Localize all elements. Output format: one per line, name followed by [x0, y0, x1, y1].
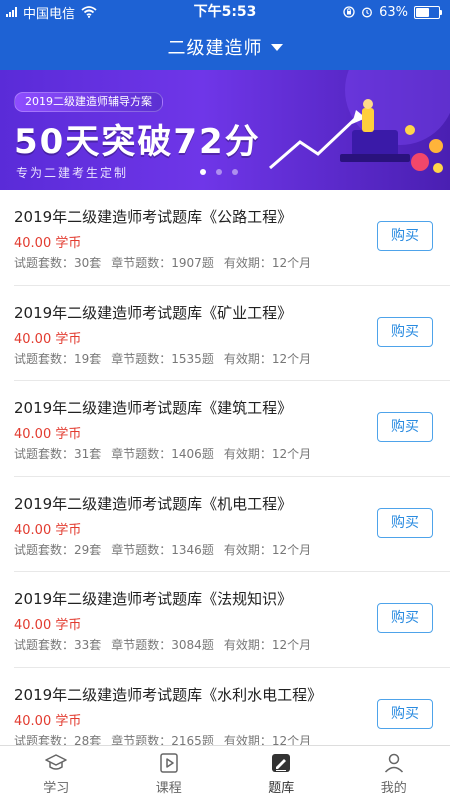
course-chapters: 章节题数：2165题	[111, 734, 214, 746]
course-item[interactable]: 2019年二级建造师考试题库《机电工程》 40.00 学币试题套数：29套章节题数…	[14, 477, 450, 573]
alarm-icon	[361, 6, 373, 18]
course-sets: 试题套数：33套	[14, 638, 101, 652]
tab-study[interactable]: 学习	[0, 746, 113, 801]
course-meta: 试题套数：31套章节题数：1406题有效期：12个月	[14, 445, 321, 462]
tab-label: 课程	[156, 777, 182, 796]
course-sets: 试题套数：19套	[14, 352, 101, 366]
course-item[interactable]: 2019年二级建造师考试题库《建筑工程》 40.00 学币试题套数：31套章节题数…	[14, 381, 450, 477]
battery-percent: 63%	[379, 5, 408, 20]
course-item[interactable]: 2019年二级建造师考试题库《矿业工程》 40.00 学币试题套数：19套章节题数…	[14, 286, 450, 382]
tab-course[interactable]: 课程	[113, 746, 226, 801]
play-video-icon	[157, 751, 181, 775]
course-item[interactable]: 2019年二级建造师考试题库《公路工程》 40.00 学币试题套数：30套章节题数…	[14, 190, 450, 286]
course-price: 40.00 学币	[14, 519, 81, 538]
course-title[interactable]: 2019年二级建造师考试题库《水利水电工程》	[14, 684, 322, 705]
banner-subtitle: 专为二建考生定制	[16, 164, 128, 181]
course-price: 40.00 学币	[14, 328, 81, 347]
carousel-dot[interactable]	[216, 169, 222, 175]
course-title[interactable]: 2019年二级建造师考试题库《建筑工程》	[14, 397, 292, 418]
course-validity: 有效期：12个月	[224, 256, 311, 270]
course-chapters: 章节题数：1346题	[111, 543, 214, 557]
course-sets: 试题套数：30套	[14, 256, 101, 270]
course-chapters: 章节题数：1406题	[111, 447, 214, 461]
course-validity: 有效期：12个月	[224, 447, 311, 461]
course-chapters: 章节题数：3084题	[111, 638, 214, 652]
graduation-cap-icon	[44, 751, 68, 775]
carousel-dot[interactable]	[232, 169, 238, 175]
course-validity: 有效期：12个月	[224, 638, 311, 652]
tab-label: 学习	[43, 777, 69, 796]
battery-icon	[414, 6, 440, 19]
course-item[interactable]: 2019年二级建造师考试题库《水利水电工程》 40.00 学币试题套数：28套章节…	[14, 668, 450, 746]
course-sets: 试题套数：28套	[14, 734, 101, 746]
carousel-indicator[interactable]	[200, 169, 238, 175]
course-chapters: 章节题数：1907题	[111, 256, 214, 270]
tab-question-bank[interactable]: 题库	[225, 746, 338, 801]
status-bar: 中国电信 下午5:53 63%	[0, 0, 450, 24]
course-meta: 试题套数：29套章节题数：1346题有效期：12个月	[14, 541, 321, 558]
buy-button[interactable]: 购买	[377, 699, 433, 729]
carousel-dot[interactable]	[200, 169, 206, 175]
course-price: 40.00 学币	[14, 423, 81, 442]
course-validity: 有效期：12个月	[224, 734, 311, 746]
buy-button[interactable]: 购买	[377, 508, 433, 538]
buy-button[interactable]: 购买	[377, 603, 433, 633]
course-title[interactable]: 2019年二级建造师考试题库《机电工程》	[14, 493, 292, 514]
caret-down-icon[interactable]	[271, 44, 283, 51]
tab-label: 题库	[268, 777, 294, 796]
course-title[interactable]: 2019年二级建造师考试题库《法规知识》	[14, 588, 292, 609]
course-sets: 试题套数：29套	[14, 543, 101, 557]
tab-label: 我的	[381, 777, 407, 796]
banner-headline: 50天突破72分	[14, 114, 261, 163]
course-meta: 试题套数：30套章节题数：1907题有效期：12个月	[14, 254, 321, 271]
course-meta: 试题套数：28套章节题数：2165题有效期：12个月	[14, 732, 321, 746]
course-title[interactable]: 2019年二级建造师考试题库《公路工程》	[14, 206, 292, 227]
course-item[interactable]: 2019年二级建造师考试题库《法规知识》 40.00 学币试题套数：33套章节题数…	[14, 572, 450, 668]
buy-button[interactable]: 购买	[377, 412, 433, 442]
course-list: 2019年二级建造师考试题库《公路工程》40.00 学币试题套数：30套章节题数…	[0, 190, 450, 745]
page-title[interactable]: 二级建造师	[168, 34, 263, 60]
question-bank-icon	[269, 751, 293, 775]
course-sets: 试题套数：31套	[14, 447, 101, 461]
bottom-tab-bar: 学习 课程 题库 我的	[0, 745, 450, 801]
course-validity: 有效期：12个月	[224, 352, 311, 366]
course-meta: 试题套数：19套章节题数：1535题有效期：12个月	[14, 350, 321, 367]
buy-button[interactable]: 购买	[377, 221, 433, 251]
course-price: 40.00 学币	[14, 614, 81, 633]
course-meta: 试题套数：33套章节题数：3084题有效期：12个月	[14, 636, 321, 653]
course-chapters: 章节题数：1535题	[111, 352, 214, 366]
user-icon	[382, 751, 406, 775]
tab-mine[interactable]: 我的	[338, 746, 450, 801]
course-price: 40.00 学币	[14, 710, 81, 729]
course-title[interactable]: 2019年二级建造师考试题库《矿业工程》	[14, 302, 292, 323]
course-validity: 有效期：12个月	[224, 543, 311, 557]
header[interactable]: 二级建造师	[0, 24, 450, 70]
course-price: 40.00 学币	[14, 232, 81, 251]
banner-tag: 2019二级建造师辅导方案	[14, 92, 163, 112]
rotation-lock-icon	[343, 6, 355, 18]
buy-button[interactable]: 购买	[377, 317, 433, 347]
